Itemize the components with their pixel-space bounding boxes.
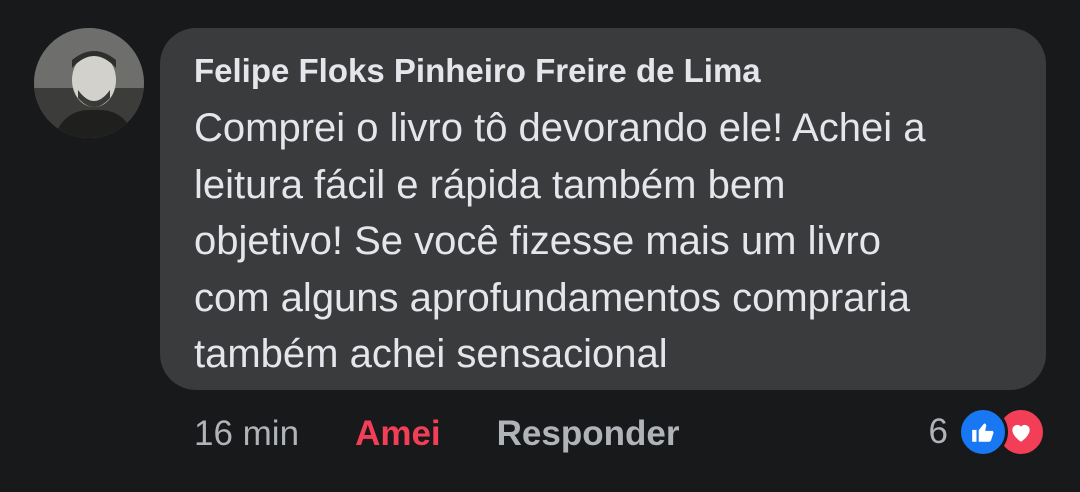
like-icon bbox=[958, 407, 1008, 457]
comment-actions: 16 min Amei Responder bbox=[194, 410, 679, 458]
comment-text-line: também achei sensacional bbox=[194, 332, 668, 376]
comment-text-line: Comprei o livro tô devorando ele! Achei … bbox=[194, 106, 926, 150]
reaction-count: 6 bbox=[928, 412, 948, 451]
love-reaction-button[interactable]: Amei bbox=[355, 414, 441, 454]
avatar[interactable] bbox=[34, 28, 144, 138]
reactions-summary[interactable]: 6 bbox=[929, 406, 1046, 458]
comment-text-line: com alguns aprofundamentos compraria bbox=[194, 275, 910, 320]
comment: Felipe Floks Pinheiro Freire de Lima Com… bbox=[0, 0, 1080, 492]
reply-button[interactable]: Responder bbox=[497, 414, 680, 454]
comment-text-line: leitura fácil e rápida também bem bbox=[194, 162, 786, 207]
comment-text-line: objetivo! Se você fizesse mais um livro bbox=[194, 219, 881, 263]
comment-author[interactable]: Felipe Floks Pinheiro Freire de Lima bbox=[194, 50, 761, 92]
comment-text: Comprei o livro tô devorando ele! Achei … bbox=[194, 100, 1024, 383]
comment-timestamp[interactable]: 16 min bbox=[194, 414, 299, 454]
profile-photo-icon bbox=[34, 28, 144, 138]
